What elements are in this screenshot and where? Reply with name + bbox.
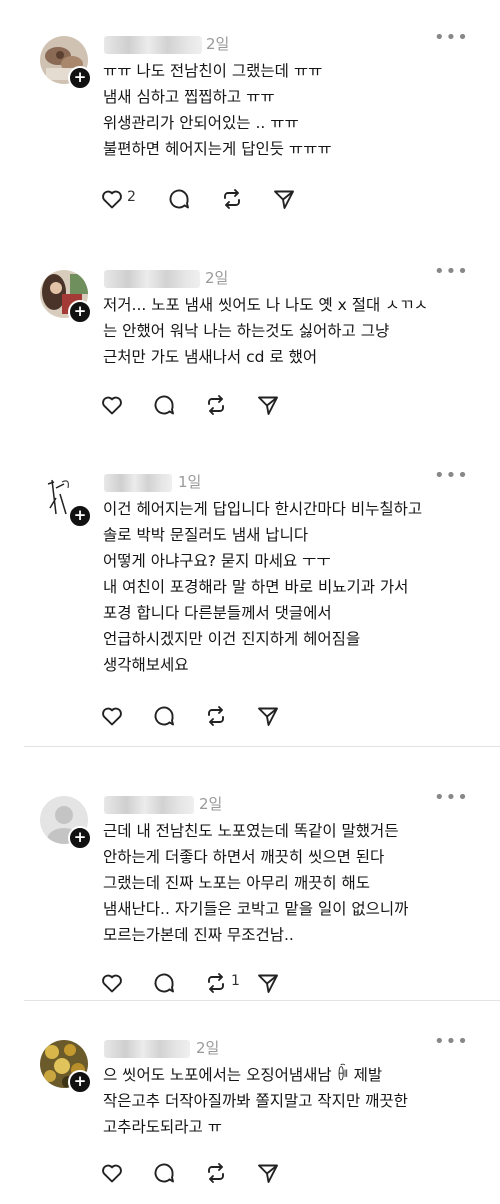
comment-post-3: + 1일 ••• 이건 헤어지는게 답입니다 한시간마다 비누칠하고 솔로 박박… [0, 465, 500, 734]
comment-line: 언급하시겠지만 이건 진지하게 헤어짐을 [103, 630, 361, 648]
comment-line: 불편하면 헤어지는게 답인듯 ㅠㅠㅠ [103, 140, 332, 158]
comment-line: 작은고추 더작아질까봐 쫄지말고 작지만 깨끗한 [103, 1092, 408, 1110]
comment-line: 그랬는데 진짜 노포는 아무리 깨끗히 해도 [103, 874, 371, 892]
repost-icon[interactable] [204, 704, 228, 728]
repost-icon[interactable] [204, 393, 228, 417]
timestamp: 2일 [206, 35, 230, 53]
timestamp: 2일 [196, 1039, 220, 1057]
comment-line: 솔로 박박 문질러도 냄새 납니다 [103, 526, 309, 544]
comment-line: 으 씻어도 노포에서는 오징어냄새남 ꀼ 제발 [103, 1066, 383, 1084]
more-options-icon[interactable]: ••• [434, 787, 469, 808]
comment-text: ㅠㅠ 나도 전남친이 그랬는데 ㅠㅠ 냄새 심하고 찝찝하고 ㅠㅠ 위생관리가 … [103, 58, 475, 162]
heart-icon[interactable] [100, 393, 124, 417]
comment-line: 위생관리가 안되어있는 .. ㅠㅠ [103, 114, 299, 132]
divider [24, 1000, 500, 1001]
send-icon[interactable] [256, 1161, 280, 1185]
heart-icon[interactable] [100, 187, 124, 211]
more-options-icon[interactable]: ••• [434, 27, 469, 48]
comment-text: 이건 헤어지는게 답입니다 한시간마다 비누칠하고 솔로 박박 문질러도 냄새 … [103, 496, 475, 678]
send-icon[interactable] [272, 187, 296, 211]
comment-bubble-icon[interactable] [152, 704, 176, 728]
follow-plus-icon[interactable]: + [68, 826, 92, 850]
username-blurred[interactable] [104, 36, 202, 54]
comment-text: 근데 내 전남친도 노포였는데 똑같이 말했거든 안하는게 더좋다 하면서 깨끗… [103, 818, 475, 948]
repost-count: 1 [231, 973, 240, 989]
timestamp: 1일 [178, 473, 202, 491]
heart-icon[interactable] [100, 1161, 124, 1185]
follow-plus-icon[interactable]: + [68, 300, 92, 324]
comment-bubble-icon[interactable] [152, 971, 176, 995]
comment-line: 근처만 가도 냄새나서 cd 로 했어 [103, 348, 318, 366]
comment-line: 저거... 노포 냄새 씻어도 나 나도 옛 x 절대 ㅅㄲㅅ [103, 296, 428, 314]
comment-line: 안하는게 더좋다 하면서 깨끗히 씻으면 된다 [103, 848, 385, 866]
timestamp: 2일 [199, 795, 223, 813]
comment-post-4: + 2일 ••• 근데 내 전남친도 노포였는데 똑같이 말했거든 안하는게 더… [0, 787, 500, 996]
comment-line: 근데 내 전남친도 노포였는데 똑같이 말했거든 [103, 822, 399, 840]
comment-line: 는 안했어 워낙 나는 하는것도 싫어하고 그냥 [103, 322, 390, 340]
comment-line: 고추라도되라고 ㅠ [103, 1118, 223, 1136]
comment-line: 생각해보세요 [103, 656, 189, 674]
comment-line: 내 여친이 포경해라 말 하면 바로 비뇨기과 가서 [103, 578, 409, 596]
username-blurred[interactable] [104, 474, 172, 492]
comment-bubble-icon[interactable] [167, 187, 191, 211]
username-blurred[interactable] [104, 796, 194, 814]
comment-post-1: + 2일 ••• ㅠㅠ 나도 전남친이 그랬는데 ㅠㅠ 냄새 심하고 찝찝하고 … [0, 27, 500, 226]
more-options-icon[interactable]: ••• [434, 465, 469, 486]
follow-plus-icon[interactable]: + [68, 1070, 92, 1094]
repost-icon[interactable] [204, 1161, 228, 1185]
comment-text: 저거... 노포 냄새 씻어도 나 나도 옛 x 절대 ㅅㄲㅅ 는 안했어 워낙… [103, 292, 475, 370]
repost-icon[interactable] [220, 187, 244, 211]
comment-text: 으 씻어도 노포에서는 오징어냄새남 ꀼ 제발 작은고추 더작아질까봐 쫄지말고… [103, 1062, 475, 1140]
follow-plus-icon[interactable]: + [68, 504, 92, 528]
more-options-icon[interactable]: ••• [434, 1031, 469, 1052]
username-blurred[interactable] [104, 1040, 190, 1058]
username-blurred[interactable] [104, 270, 200, 288]
heart-icon[interactable] [100, 704, 124, 728]
repost-icon[interactable] [204, 971, 228, 995]
comment-post-2: + 2일 ••• 저거... 노포 냄새 씻어도 나 나도 옛 x 절대 ㅅㄲㅅ… [0, 261, 500, 430]
comment-bubble-icon[interactable] [152, 1161, 176, 1185]
comment-line: ㅠㅠ 나도 전남친이 그랬는데 ㅠㅠ [103, 62, 323, 80]
comment-line: 포경 합니다 다른분들께서 댓글에서 [103, 604, 332, 622]
more-options-icon[interactable]: ••• [434, 261, 469, 282]
divider [24, 746, 500, 747]
comment-line: 이건 헤어지는게 답입니다 한시간마다 비누칠하고 [103, 500, 423, 518]
comment-line: 모르는가본데 진짜 무조건남.. [103, 926, 294, 944]
comment-post-5: + 2일 ••• 으 씻어도 노포에서는 오징어냄새남 ꀼ 제발 작은고추 더작… [0, 1031, 500, 1200]
send-icon[interactable] [256, 393, 280, 417]
timestamp: 2일 [205, 269, 229, 287]
like-count: 2 [127, 189, 136, 205]
comment-line: 어떻게 아냐구요? 묻지 마세요 ㅜㅜ [103, 552, 331, 570]
send-icon[interactable] [256, 971, 280, 995]
comment-bubble-icon[interactable] [152, 393, 176, 417]
send-icon[interactable] [256, 704, 280, 728]
follow-plus-icon[interactable]: + [68, 66, 92, 90]
comment-line: 냄새난다.. 자기들은 코박고 맡을 일이 없으니까 [103, 900, 409, 918]
heart-icon[interactable] [100, 971, 124, 995]
comment-line: 냄새 심하고 찝찝하고 ㅠㅠ [103, 88, 275, 106]
